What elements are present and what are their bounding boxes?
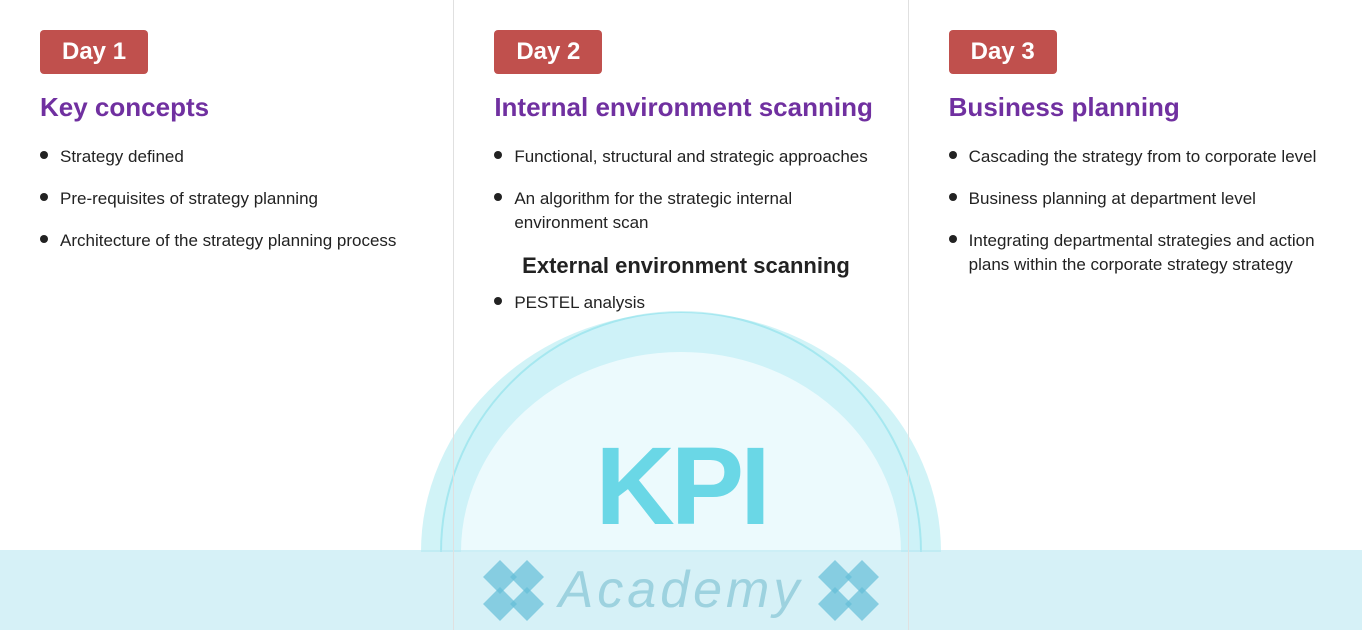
day1-bullets: Strategy defined Pre-requisites of strat…	[40, 145, 423, 252]
list-item: Pre-requisites of strategy planning	[40, 187, 423, 211]
bullet-dot	[949, 193, 957, 201]
list-item: Functional, structural and strategic app…	[494, 145, 877, 169]
bullet-text: Cascading the strategy from to corporate…	[969, 145, 1317, 169]
bullet-text: Architecture of the strategy planning pr…	[60, 229, 396, 253]
list-item: Business planning at department level	[949, 187, 1332, 211]
bullet-dot	[494, 151, 502, 159]
day3-title: Business planning	[949, 92, 1332, 123]
day2-bullets: Functional, structural and strategic app…	[494, 145, 877, 234]
column-day3: Day 3 Business planning Cascading the st…	[909, 0, 1362, 630]
bullet-text: PESTEL analysis	[514, 291, 645, 315]
bullet-dot	[40, 235, 48, 243]
day3-bullets: Cascading the strategy from to corporate…	[949, 145, 1332, 276]
ext-env-label: External environment scanning	[494, 253, 877, 279]
column-day1: Day 1 Key concepts Strategy defined Pre-…	[0, 0, 453, 630]
day1-badge: Day 1	[40, 30, 148, 74]
list-item: PESTEL analysis	[494, 291, 877, 315]
bullet-text: Pre-requisites of strategy planning	[60, 187, 318, 211]
day2-title: Internal environment scanning	[494, 92, 877, 123]
list-item: Architecture of the strategy planning pr…	[40, 229, 423, 253]
day2-bullets2: PESTEL analysis	[494, 291, 877, 315]
list-item: Integrating departmental strategies and …	[949, 229, 1332, 277]
bullet-text: Functional, structural and strategic app…	[514, 145, 867, 169]
bullet-text: Integrating departmental strategies and …	[969, 229, 1332, 277]
list-item: Cascading the strategy from to corporate…	[949, 145, 1332, 169]
list-item: An algorithm for the strategic internal …	[494, 187, 877, 235]
main-content: Day 1 Key concepts Strategy defined Pre-…	[0, 0, 1362, 630]
day1-title: Key concepts	[40, 92, 423, 123]
bullet-text: Strategy defined	[60, 145, 184, 169]
bullet-dot	[40, 193, 48, 201]
bullet-dot	[949, 235, 957, 243]
day3-badge: Day 3	[949, 30, 1057, 74]
column-day2: Day 2 Internal environment scanning Func…	[453, 0, 908, 630]
bullet-dot	[494, 297, 502, 305]
bullet-dot	[949, 151, 957, 159]
day2-badge: Day 2	[494, 30, 602, 74]
bullet-text: An algorithm for the strategic internal …	[514, 187, 877, 235]
bullet-text: Business planning at department level	[969, 187, 1256, 211]
bullet-dot	[40, 151, 48, 159]
bullet-dot	[494, 193, 502, 201]
list-item: Strategy defined	[40, 145, 423, 169]
